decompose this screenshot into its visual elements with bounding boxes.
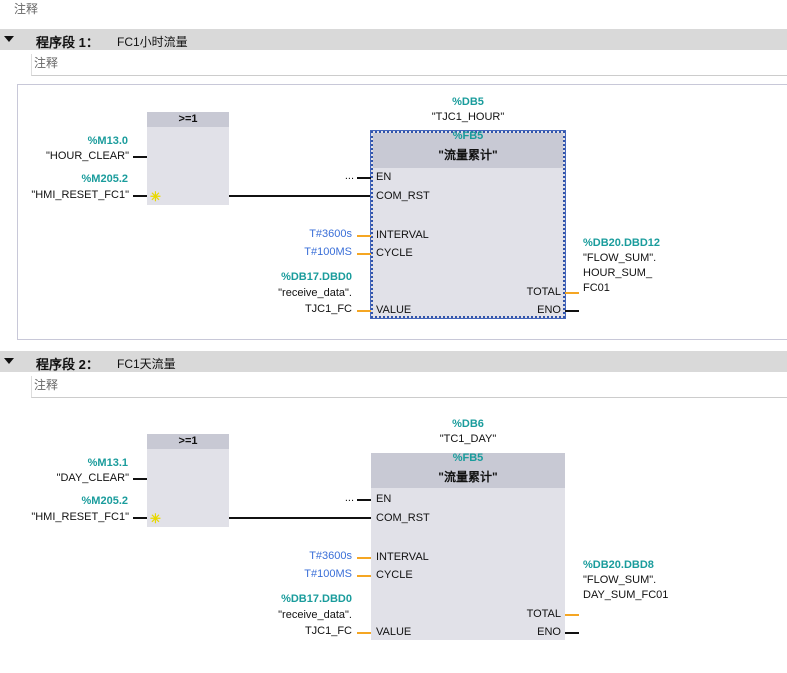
fb-address: %FB5	[452, 452, 484, 464]
instance-db-name[interactable]: "TC1_DAY"	[371, 433, 565, 445]
pin-total: TOTAL	[526, 608, 561, 620]
input1-name[interactable]: "HOUR_CLEAR"	[46, 150, 129, 162]
wire-or-to-com-rst	[229, 195, 371, 197]
pin-eno: ENO	[537, 626, 561, 638]
wire	[357, 310, 371, 312]
value-name-line2[interactable]: TJC1_FC	[305, 303, 352, 315]
value-address: %DB17.DBD0	[281, 593, 352, 605]
total-address: %DB20.DBD12	[583, 237, 661, 249]
input2-name[interactable]: "HMI_RESET_FC1"	[31, 511, 129, 523]
network-comment[interactable]: 注释	[31, 54, 787, 76]
wire	[357, 632, 371, 634]
top-comment[interactable]: 注释	[14, 0, 38, 17]
wire	[357, 557, 371, 559]
pin-en: EN	[376, 493, 392, 505]
en-value[interactable]: ...	[345, 492, 354, 504]
pin-com_rst: COM_RST	[376, 512, 430, 524]
pin-en: EN	[376, 171, 392, 183]
input2-name[interactable]: "HMI_RESET_FC1"	[31, 189, 129, 201]
input1-address: %M13.0	[87, 135, 128, 147]
total-name-line[interactable]: HOUR_SUM_	[583, 267, 652, 279]
or-label: >=1	[147, 112, 229, 127]
interval-value[interactable]: T#3600s	[309, 228, 352, 240]
or-label: >=1	[147, 434, 229, 449]
pin-interval: INTERVAL	[376, 551, 429, 563]
input1-name[interactable]: "DAY_CLEAR"	[57, 472, 129, 484]
pin-interval: INTERVAL	[376, 229, 429, 241]
input2-address: %M205.2	[81, 173, 128, 185]
network-title[interactable]: FC1小时流量	[117, 33, 188, 50]
collapse-triangle-icon[interactable]	[4, 358, 14, 364]
total-name-line[interactable]: DAY_SUM_FC01	[583, 589, 668, 601]
total-name-line[interactable]: "FLOW_SUM".	[583, 574, 656, 586]
pin-eno: ENO	[537, 304, 561, 316]
value-address: %DB17.DBD0	[281, 271, 352, 283]
fb-name: "流量累计"	[438, 148, 498, 162]
network-header[interactable]: 程序段 1： FC1小时流量	[0, 29, 787, 50]
value-name-line1[interactable]: "receive_data".	[278, 609, 352, 621]
instance-db-address: %DB6	[452, 418, 484, 430]
collapse-triangle-icon[interactable]	[4, 36, 14, 42]
total-name-line[interactable]: "FLOW_SUM".	[583, 252, 656, 264]
wire	[357, 575, 371, 577]
network-comment[interactable]: 注释	[31, 376, 787, 398]
add-input-star-icon[interactable]: ✳	[150, 189, 161, 205]
network-header[interactable]: 程序段 2： FC1天流量	[0, 351, 787, 372]
pin-cycle: CYCLE	[376, 569, 413, 581]
total-name-line[interactable]: FC01	[583, 282, 610, 294]
pin-cycle: CYCLE	[376, 247, 413, 259]
pin-value: VALUE	[376, 304, 412, 316]
instance-db-name[interactable]: "TJC1_HOUR"	[371, 111, 565, 123]
wire	[357, 499, 371, 501]
wire	[357, 177, 371, 179]
fb-name: "流量累计"	[438, 470, 498, 484]
fb-address: %FB5	[452, 130, 484, 142]
wire-or-to-com-rst	[229, 517, 371, 519]
interval-value[interactable]: T#3600s	[309, 550, 352, 562]
wire	[357, 253, 371, 255]
wire-eno	[565, 310, 579, 312]
network-label: 程序段 1：	[36, 35, 99, 50]
total-address: %DB20.DBD8	[583, 559, 654, 571]
wire-eno	[565, 632, 579, 634]
wire	[133, 156, 147, 158]
cycle-value[interactable]: T#100MS	[304, 246, 352, 258]
pin-value: VALUE	[376, 626, 412, 638]
wire	[357, 235, 371, 237]
wire	[565, 614, 579, 616]
wire	[133, 478, 147, 480]
cycle-value[interactable]: T#100MS	[304, 568, 352, 580]
input1-address: %M13.1	[87, 457, 128, 469]
instance-db-address: %DB5	[452, 96, 484, 108]
input2-address: %M205.2	[81, 495, 128, 507]
pin-total: TOTAL	[526, 286, 561, 298]
wire	[565, 292, 579, 294]
value-name-line2[interactable]: TJC1_FC	[305, 625, 352, 637]
en-value[interactable]: ...	[345, 170, 354, 182]
wire	[133, 517, 147, 519]
add-input-star-icon[interactable]: ✳	[150, 511, 161, 527]
pin-com_rst: COM_RST	[376, 190, 430, 202]
value-name-line1[interactable]: "receive_data".	[278, 287, 352, 299]
network-title[interactable]: FC1天流量	[117, 355, 176, 372]
wire	[133, 195, 147, 197]
network-label: 程序段 2：	[36, 357, 99, 372]
